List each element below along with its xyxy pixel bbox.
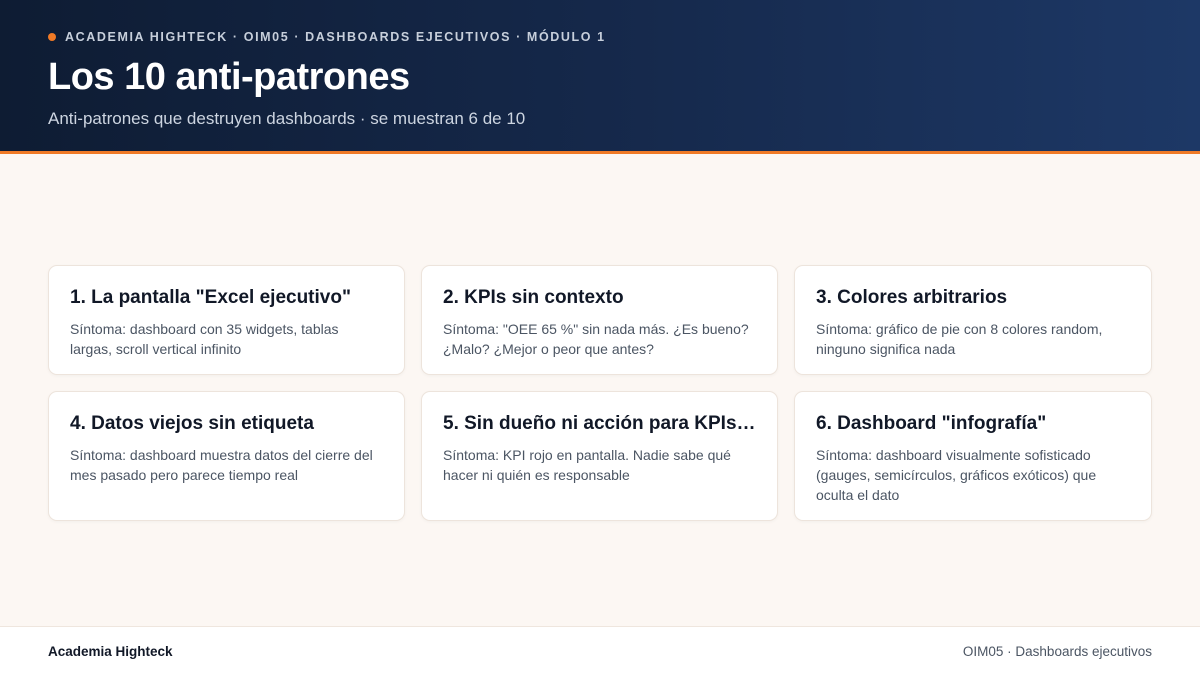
footer-brand: Academia Highteck [48, 644, 173, 659]
anti-pattern-card-1: 1. La pantalla "Excel ejecutivo" Síntoma… [48, 265, 405, 375]
page-title: Los 10 anti-patrones [48, 56, 410, 98]
header-banner: ACADEMIA HIGHTECK · OIM05 · DASHBOARDS E… [0, 0, 1200, 152]
card-title: 2. KPIs sin contexto [443, 287, 624, 308]
anti-pattern-card-5: 5. Sin dueño ni acción para KPIs… Síntom… [421, 391, 778, 521]
card-symptom: Síntoma: dashboard con 35 widgets, tabla… [70, 321, 339, 357]
accent-dot-icon [48, 33, 56, 41]
card-title: 6. Dashboard "infografía" [816, 413, 1047, 434]
card-symptom: Síntoma: gráfico de pie con 8 colores ra… [816, 321, 1103, 357]
card-symptom: Síntoma: dashboard visualmente sofistica… [816, 447, 1097, 503]
card-title: 3. Colores arbitrarios [816, 287, 1008, 308]
anti-pattern-grid: 1. La pantalla "Excel ejecutivo" Síntoma… [48, 265, 1152, 521]
anti-pattern-card-3: 3. Colores arbitrarios Síntoma: gráfico … [794, 265, 1152, 375]
card-symptom: Síntoma: "OEE 65 %" sin nada más. ¿Es bu… [443, 321, 749, 357]
eyebrow-text: ACADEMIA HIGHTECK · OIM05 · DASHBOARDS E… [65, 30, 606, 44]
card-title: 5. Sin dueño ni acción para KPIs… [443, 413, 756, 434]
card-title: 4. Datos viejos sin etiqueta [70, 413, 314, 434]
footer: Academia Highteck OIM05 · Dashboards eje… [0, 626, 1200, 675]
header-accent-rule [0, 151, 1200, 154]
card-symptom: Síntoma: dashboard muestra datos del cie… [70, 447, 373, 483]
card-symptom: Síntoma: KPI rojo en pantalla. Nadie sab… [443, 447, 731, 483]
anti-pattern-card-6: 6. Dashboard "infografía" Síntoma: dashb… [794, 391, 1152, 521]
anti-pattern-card-4: 4. Datos viejos sin etiqueta Síntoma: da… [48, 391, 405, 521]
eyebrow: ACADEMIA HIGHTECK · OIM05 · DASHBOARDS E… [48, 30, 606, 44]
anti-pattern-card-2: 2. KPIs sin contexto Síntoma: "OEE 65 %"… [421, 265, 778, 375]
card-title: 1. La pantalla "Excel ejecutivo" [70, 287, 351, 308]
footer-course: OIM05 · Dashboards ejecutivos [962, 644, 1152, 659]
page-subtitle: Anti-patrones que destruyen dashboards ·… [48, 109, 526, 128]
